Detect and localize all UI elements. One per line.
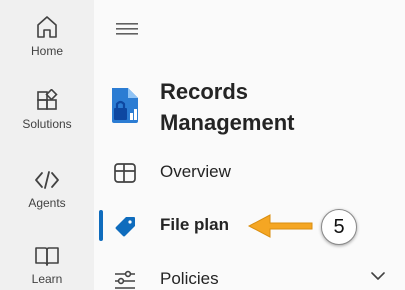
app-title: Records Management [160, 76, 294, 138]
rail-item-home[interactable]: Home [0, 14, 94, 58]
rail-label-learn: Learn [31, 272, 63, 286]
navigation-pane: Records Management Overview File plan Po… [94, 0, 405, 290]
book-icon [35, 247, 59, 266]
rail-label-home: Home [30, 44, 63, 58]
callout-arrow-icon [247, 214, 313, 238]
code-icon [35, 171, 59, 189]
step-number-badge: 5 [321, 209, 357, 245]
rail-label-solutions: Solutions [22, 117, 72, 131]
app-title-line2: Management [160, 110, 295, 135]
records-management-icon [112, 88, 138, 123]
chevron-down-icon[interactable] [370, 271, 386, 281]
tag-icon [115, 217, 135, 237]
nav-item-policies[interactable]: Policies [94, 263, 405, 290]
nav-label-policies: Policies [160, 269, 219, 288]
hamburger-menu-icon[interactable] [116, 22, 138, 36]
apps-add-icon [37, 89, 58, 110]
selection-indicator [99, 210, 103, 241]
app-title-line1: Records [160, 79, 249, 104]
sliders-icon [115, 270, 135, 289]
rail-label-agents: Agents [28, 196, 66, 210]
nav-label-overview: Overview [160, 162, 231, 181]
table-icon [114, 163, 136, 183]
home-icon [37, 16, 57, 38]
rail-item-solutions[interactable]: Solutions [0, 89, 94, 131]
nav-item-overview[interactable]: Overview [94, 156, 405, 190]
nav-label-file-plan: File plan [160, 215, 229, 234]
rail-item-agents[interactable]: Agents [0, 168, 94, 210]
left-rail: Home Solutions Agents Learn [0, 0, 94, 290]
rail-item-learn[interactable]: Learn [0, 244, 94, 286]
